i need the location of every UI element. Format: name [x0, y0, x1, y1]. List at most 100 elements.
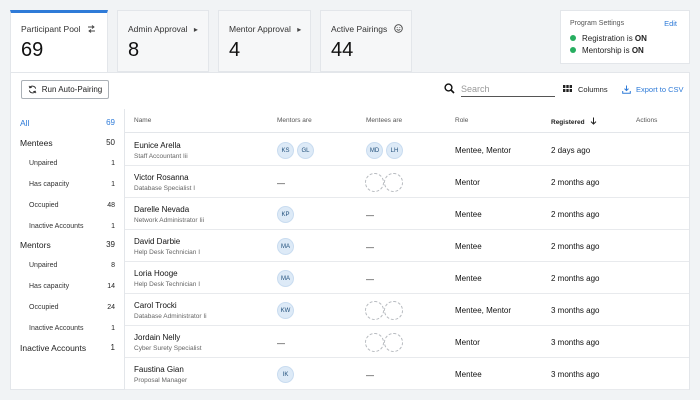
participant-name[interactable]: Victor Rosanna	[134, 173, 189, 182]
filter-mentees-inactive[interactable]: Inactive Accounts 1	[11, 217, 124, 237]
filter-inactive-accounts[interactable]: Inactive Accounts 1	[11, 338, 124, 358]
participant-name[interactable]: Darelle Nevada	[134, 205, 189, 214]
search-box	[444, 83, 555, 97]
search-input[interactable]	[461, 83, 555, 97]
filter-mentors-inactive[interactable]: Inactive Accounts 1	[11, 319, 124, 339]
participant-job-title: Staff Accountant Iii	[134, 153, 188, 160]
filter-sidebar: All 69 Mentees 50 Unpaired 1 Has capacit…	[11, 109, 125, 389]
search-icon	[444, 83, 455, 94]
mentee-open-slots	[365, 333, 403, 352]
mentor-approval-card[interactable]: Mentor Approval ▸ 4	[218, 10, 311, 72]
mentor-avatar[interactable]: MA	[277, 238, 294, 255]
admin-approval-card[interactable]: Admin Approval ▸ 8	[117, 10, 209, 72]
header-role[interactable]: Role	[455, 117, 468, 124]
mentor-avatar[interactable]: MA	[277, 270, 294, 287]
table-row[interactable]: Carol Trocki Database Administrator Ii KW M…	[125, 294, 689, 326]
participant-name[interactable]: Jordain Nelly	[134, 333, 180, 342]
program-settings-card: Program Settings Edit Registration is ON…	[560, 10, 690, 64]
participant-role: Mentee	[455, 210, 482, 219]
filter-count: 14	[107, 283, 115, 290]
participant-job-title: Database Administrator Ii	[134, 313, 207, 320]
table-row[interactable]: David Darbie Help Desk Technician I MA — Men…	[125, 230, 689, 262]
active-pairings-card[interactable]: Active Pairings 44	[320, 10, 412, 72]
filter-mentees[interactable]: Mentees 50	[11, 133, 124, 153]
filter-label: Has capacity	[29, 283, 70, 290]
participant-job-title: Help Desk Technician I	[134, 281, 200, 288]
participant-name[interactable]: Faustina Gian	[134, 365, 184, 374]
filter-label: Has capacity	[29, 181, 70, 188]
filter-count: 39	[106, 240, 115, 249]
filter-label: Unpaired	[29, 262, 58, 269]
admin-approval-value: 8	[128, 39, 140, 61]
filter-all[interactable]: All 69	[11, 113, 124, 133]
filter-mentors-unpaired[interactable]: Unpaired 8	[11, 256, 124, 276]
filter-mentors-occupied[interactable]: Occupied 24	[11, 298, 124, 318]
registered-date: 2 months ago	[551, 178, 600, 187]
filter-count: 1	[111, 223, 115, 230]
mentor-avatars: MA	[277, 270, 297, 287]
participant-pool-label: Participant Pool	[21, 24, 96, 35]
mentee-avatar[interactable]: LH	[386, 142, 403, 159]
filter-count: 1	[111, 160, 115, 167]
empty-slot-icon[interactable]	[384, 173, 403, 192]
mentor-avatar[interactable]: KP	[277, 206, 294, 223]
participant-pool-value: 69	[21, 39, 44, 61]
columns-button[interactable]: Columns	[563, 85, 608, 94]
participant-role: Mentee	[455, 370, 482, 379]
table-row[interactable]: Loria Hooge Help Desk Technician I MA — Ment…	[125, 262, 689, 294]
empty-slot-icon[interactable]	[384, 301, 403, 320]
run-auto-pairing-button[interactable]: Run Auto-Pairing	[21, 80, 109, 99]
registered-date: 2 days ago	[551, 146, 591, 155]
table-row[interactable]: Eunice Arella Staff Accountant Iii KS GL MD L…	[125, 134, 689, 166]
participant-role: Mentor	[455, 178, 480, 187]
table-row[interactable]: Victor Rosanna Database Specialist I — Ment…	[125, 166, 689, 198]
header-mentees[interactable]: Mentees are	[366, 117, 402, 124]
mentor-avatar[interactable]: KW	[277, 302, 294, 319]
participants-panel: Run Auto-Pairing Columns Export to CSV A…	[10, 72, 690, 390]
empty-slot-icon[interactable]	[365, 333, 384, 352]
empty-slot-icon[interactable]	[365, 173, 384, 192]
export-csv-button[interactable]: Export to CSV	[622, 85, 684, 94]
filter-count: 1	[111, 325, 115, 332]
header-mentors[interactable]: Mentors are	[277, 117, 312, 124]
participant-role: Mentee, Mentor	[455, 306, 512, 315]
participant-name[interactable]: Eunice Arella	[134, 141, 181, 150]
edit-settings-link[interactable]: Edit	[664, 19, 677, 28]
empty-slot-icon[interactable]	[365, 301, 384, 320]
mentor-avatar[interactable]: KS	[277, 142, 294, 159]
filter-count: 69	[106, 118, 115, 127]
table-row[interactable]: Jordain Nelly Cyber Surety Specialist — Men…	[125, 326, 689, 358]
header-registered[interactable]: Registered	[551, 117, 597, 126]
mentorship-status: Mentorship is ON	[570, 46, 644, 55]
filter-mentees-occupied[interactable]: Occupied 48	[11, 196, 124, 216]
participant-name[interactable]: Carol Trocki	[134, 301, 177, 310]
download-icon	[622, 85, 631, 94]
participant-name[interactable]: David Darbie	[134, 237, 180, 246]
table-row[interactable]: Darelle Nevada Network Administrator Iii K…	[125, 198, 689, 230]
filter-mentees-unpaired[interactable]: Unpaired 1	[11, 154, 124, 174]
mentor-avatar[interactable]: GL	[297, 142, 314, 159]
filter-mentors[interactable]: Mentors 39	[11, 235, 124, 255]
empty-slot-icon[interactable]	[384, 333, 403, 352]
participant-pool-card[interactable]: Participant Pool 69	[10, 10, 108, 72]
filter-count: 1	[111, 181, 115, 188]
participant-job-title: Proposal Manager	[134, 377, 188, 384]
filter-mentors-has-capacity[interactable]: Has capacity 14	[11, 277, 124, 297]
header-name[interactable]: Name	[134, 117, 151, 124]
mentor-avatar[interactable]: IK	[277, 366, 294, 383]
filter-label: Mentors	[20, 240, 51, 250]
registered-date: 2 months ago	[551, 274, 600, 283]
participant-job-title: Cyber Surety Specialist	[134, 345, 202, 352]
mentors-empty: —	[277, 339, 285, 348]
filter-mentees-has-capacity[interactable]: Has capacity 1	[11, 175, 124, 195]
smile-icon	[393, 24, 403, 35]
participant-name[interactable]: Loria Hooge	[134, 269, 178, 278]
filter-label: Unpaired	[29, 160, 58, 167]
filter-label: Inactive Accounts	[29, 223, 84, 230]
mentor-avatars: KS GL	[277, 142, 317, 159]
filter-count: 8	[111, 262, 115, 269]
table-row[interactable]: Faustina Gian Proposal Manager IK — Mentee 3 …	[125, 358, 689, 390]
mentor-avatars: IK	[277, 366, 297, 383]
mentee-avatar[interactable]: MD	[366, 142, 383, 159]
export-csv-label: Export to CSV	[636, 85, 684, 94]
